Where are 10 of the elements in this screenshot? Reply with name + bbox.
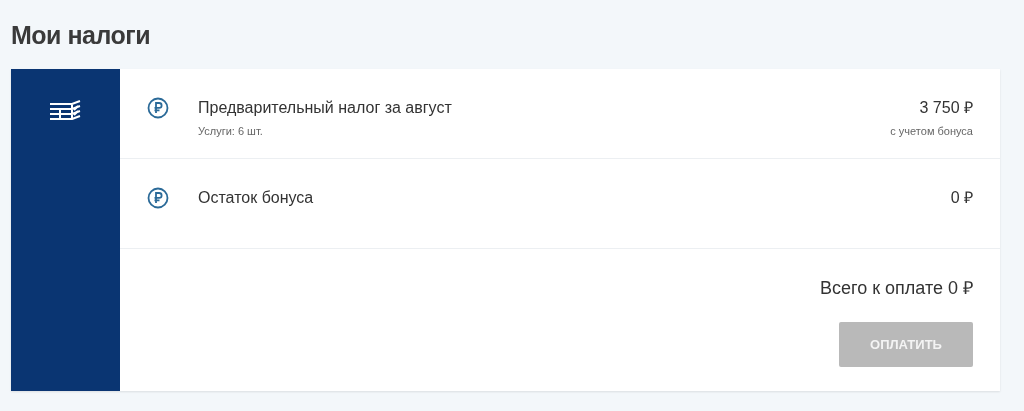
amount-note: с учетом бонуса (890, 124, 973, 139)
row-amount: 3 750 ₽ (919, 98, 973, 118)
page-title: Мои налоги (11, 20, 152, 51)
row-title: Остаток бонуса (198, 188, 314, 208)
ruble-icon (147, 97, 169, 119)
total-amount: Всего к оплате 0 ₽ (820, 277, 973, 300)
ruble-icon (147, 187, 169, 209)
row-title: Предварительный налог за август (198, 98, 452, 118)
row-amount: 0 ₽ (950, 188, 973, 208)
row-subtitle: Услуги: 6 шт. (198, 124, 264, 139)
